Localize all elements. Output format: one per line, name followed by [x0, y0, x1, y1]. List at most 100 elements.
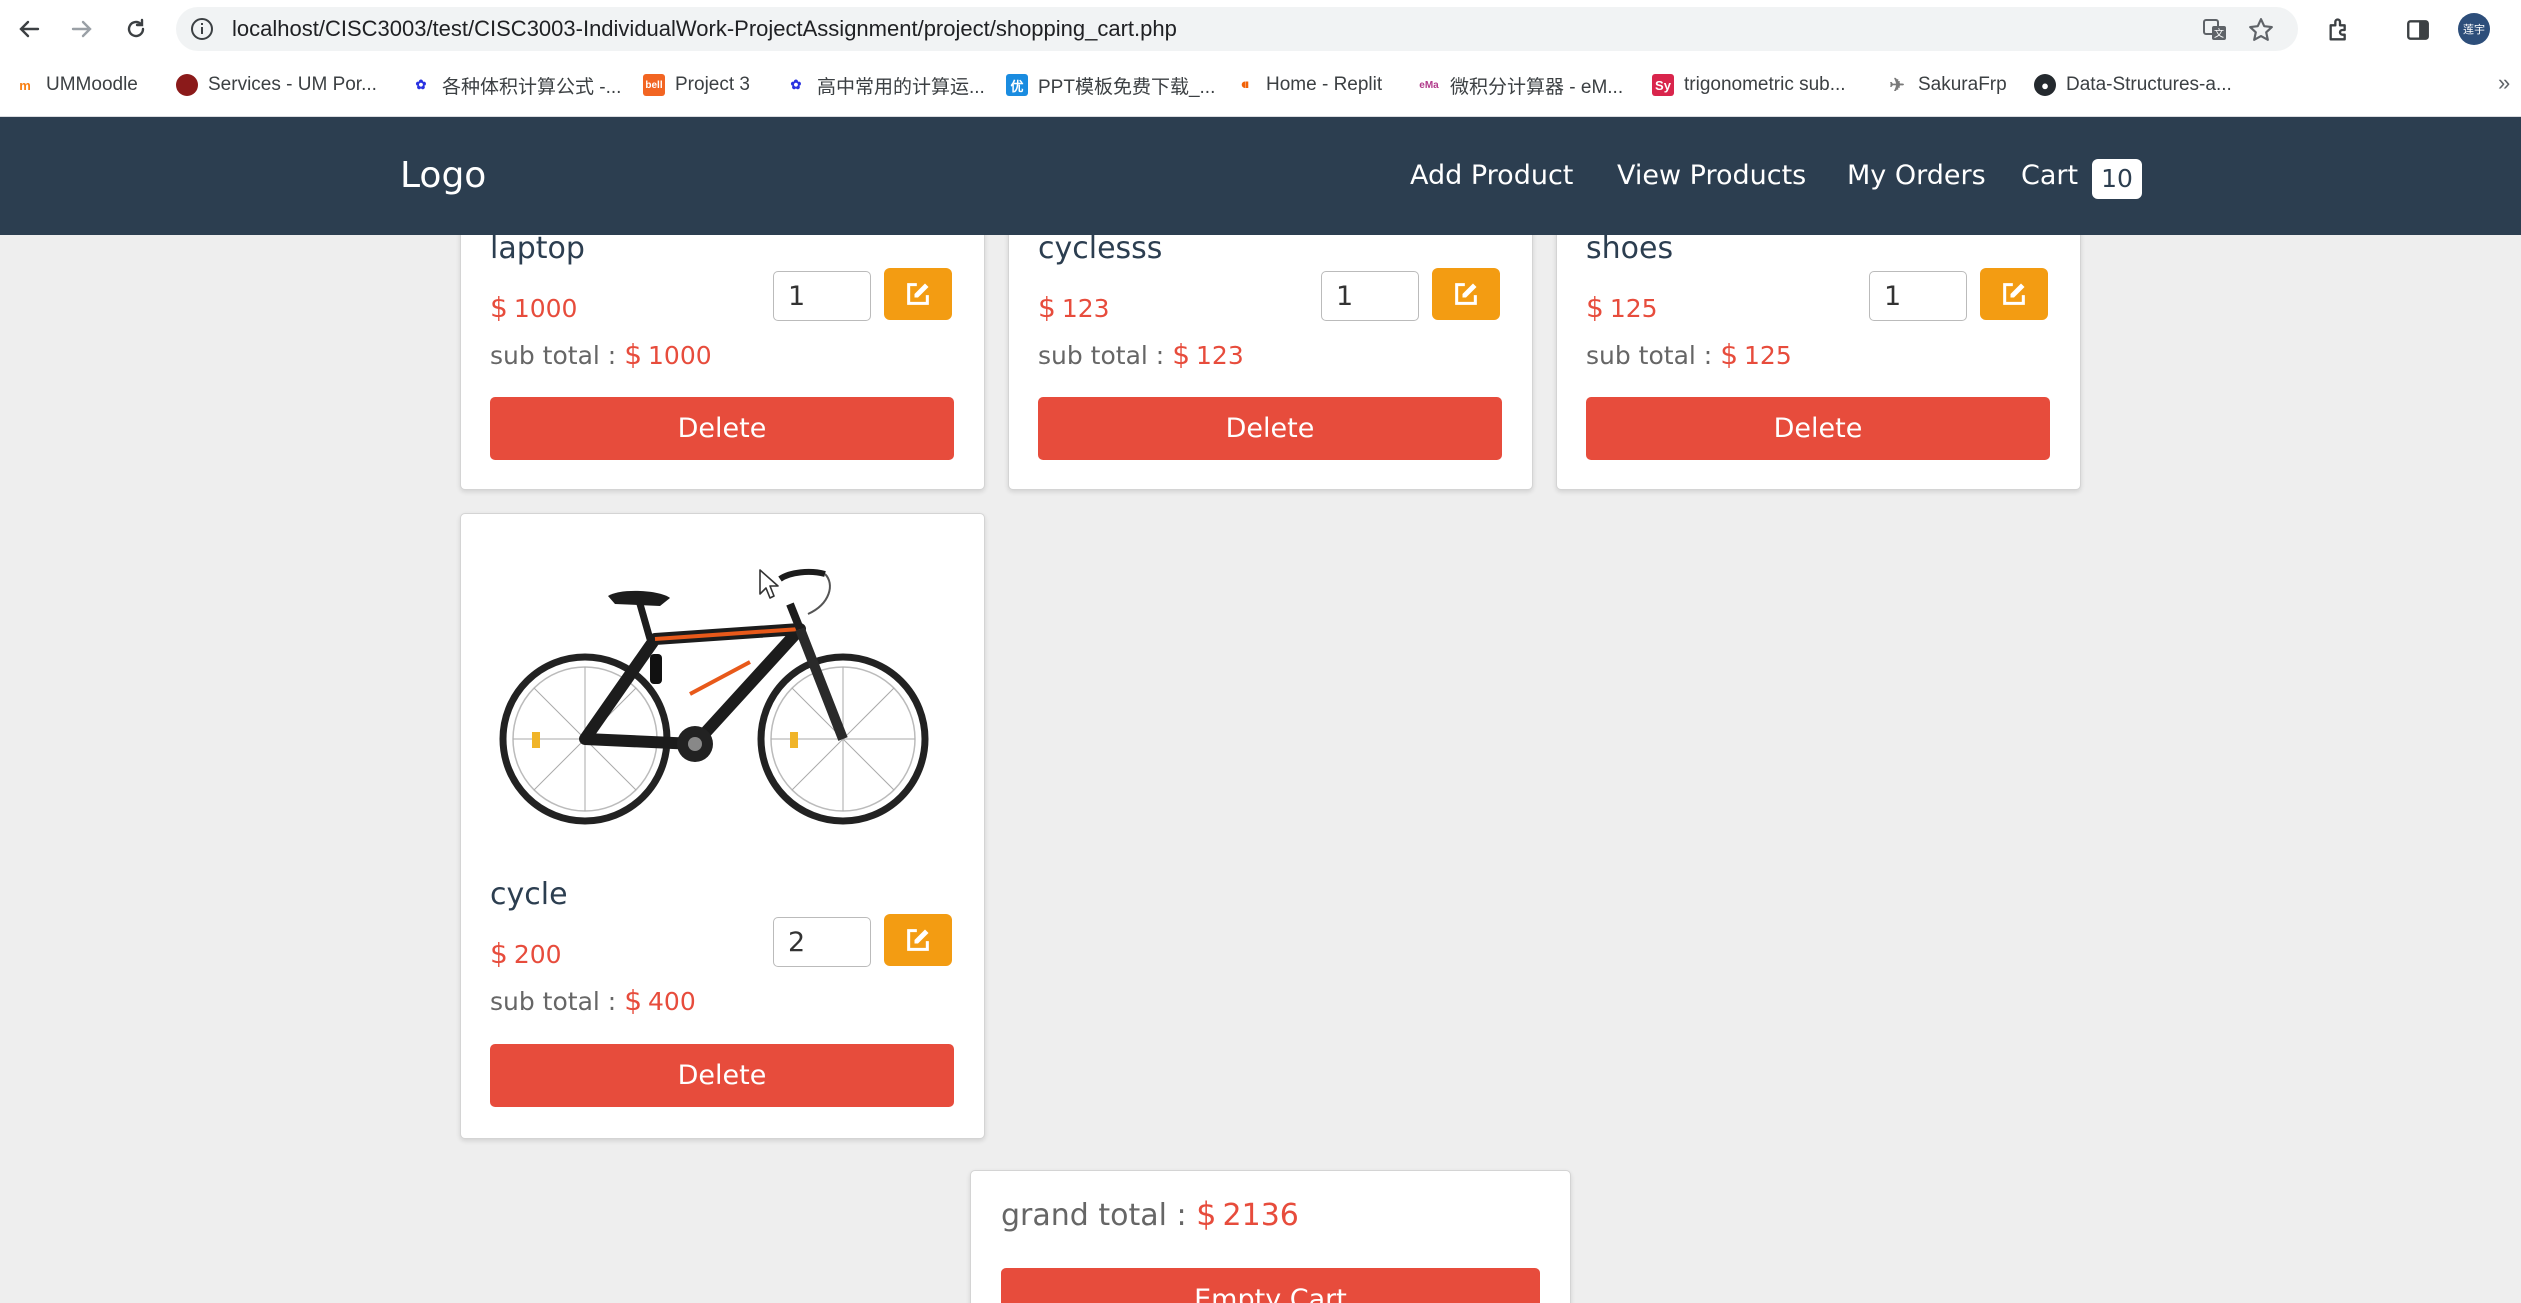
extensions-icon[interactable] [2322, 12, 2358, 48]
bookmark-label: Project 3 [675, 74, 750, 95]
edit-icon [1455, 283, 1477, 305]
update-quantity-button[interactable] [884, 914, 952, 966]
browser-chrome: localhost/CISC3003/test/CISC3003-Individ… [0, 0, 2521, 117]
github-icon: ● [2034, 74, 2056, 96]
subtotal-label: sub total : [490, 341, 617, 370]
bookmark-star-icon[interactable] [2246, 15, 2276, 45]
grand-total-label: grand total : [1001, 1198, 1187, 1233]
reload-icon [127, 18, 145, 38]
bookmark-item[interactable]: eMa 微积分计算器 - eM... [1418, 62, 1623, 108]
product-image [490, 544, 954, 844]
subtotal-label: sub total : [1586, 341, 1713, 370]
project-icon: bell [643, 74, 665, 96]
bookmarks-bar: m UMMoodle Services - UM Por... ✿ 各种体积计算… [0, 62, 2521, 108]
currency-symbol: $ [1720, 338, 1739, 371]
translate-icon[interactable]: 文 [2200, 15, 2230, 45]
product-name: cycle [490, 877, 568, 912]
bookmark-item[interactable]: Services - UM Por... [176, 62, 377, 108]
back-button[interactable] [12, 12, 46, 46]
baidu-icon: ✿ [790, 77, 802, 92]
bookmark-label: 各种体积计算公式 -... [442, 76, 622, 98]
currency-symbol: $ [624, 338, 643, 371]
delete-button[interactable]: Delete [1586, 397, 2050, 460]
delete-button[interactable]: Delete [1038, 397, 1502, 460]
bookmark-item[interactable]: ✿ 高中常用的计算运... [785, 62, 985, 108]
moodle-icon: m [19, 77, 31, 93]
bookmark-label: Home - Replit [1266, 74, 1383, 95]
nav-my-orders[interactable]: My Orders [1847, 117, 1986, 235]
subtotal: sub total : $123 [1038, 338, 1244, 371]
subtotal-value: 1000 [648, 341, 712, 370]
nav-cart[interactable]: Cart [2021, 117, 2078, 235]
currency-symbol: $ [1172, 338, 1191, 371]
site-logo[interactable]: Logo [400, 117, 486, 235]
side-panel-icon[interactable] [2400, 12, 2436, 48]
subtotal-label: sub total : [1038, 341, 1165, 370]
cart-count-badge[interactable]: 10 [2092, 159, 2142, 199]
edit-icon [907, 283, 929, 305]
quantity-input[interactable] [1321, 271, 1419, 321]
sakurafrp-icon: ✈ [1889, 74, 1905, 95]
arrow-right-icon [71, 20, 92, 38]
update-quantity-button[interactable] [884, 268, 952, 320]
bookmark-item[interactable]: Sy trigonometric sub... [1652, 62, 1846, 108]
bookmark-item[interactable]: ✈ SakuraFrp [1886, 62, 2007, 108]
bookmark-label: PPT模板免费下载_... [1038, 76, 1216, 98]
subtotal-value: 400 [648, 987, 696, 1016]
bookmark-label: Services - UM Por... [208, 74, 377, 95]
nav-add-product[interactable]: Add Product [1410, 117, 1573, 235]
bookmark-item[interactable]: 优 PPT模板免费下载_... [1006, 62, 1215, 108]
subtotal: sub total : $400 [490, 984, 696, 1017]
currency-symbol: $ [1038, 291, 1056, 324]
subtotal: sub total : $1000 [490, 338, 712, 371]
profile-avatar[interactable]: 莲宇 [2458, 13, 2490, 45]
emath-icon: eMa [1419, 79, 1439, 91]
product-name: cyclesss [1038, 231, 1163, 266]
browser-toolbar: localhost/CISC3003/test/CISC3003-Individ… [0, 0, 2521, 58]
cart-item-card: cycle $200 sub total : $400 Delete [460, 513, 985, 1139]
forward-button[interactable] [65, 12, 99, 46]
arrow-left-icon [19, 20, 40, 38]
address-bar[interactable]: localhost/CISC3003/test/CISC3003-Individ… [176, 7, 2298, 51]
bookmark-item[interactable]: ● Data-Structures-a... [2034, 62, 2232, 108]
um-portal-icon [176, 74, 198, 96]
subtotal-value: 125 [1744, 341, 1792, 370]
price-value: 123 [1061, 294, 1110, 323]
more-bookmarks-icon[interactable]: » [2498, 70, 2510, 96]
price-value: 125 [1609, 294, 1658, 323]
currency-symbol: $ [1196, 1195, 1217, 1233]
reload-button[interactable] [119, 12, 153, 46]
product-price: $1000 [490, 291, 577, 324]
currency-symbol: $ [624, 984, 643, 1017]
bookmark-item[interactable]: m UMMoodle [14, 62, 138, 108]
currency-symbol: $ [490, 937, 508, 970]
bookmark-label: 高中常用的计算运... [817, 76, 985, 98]
update-quantity-button[interactable] [1980, 268, 2048, 320]
bookmark-item[interactable]: ✿ 各种体积计算公式 -... [410, 62, 622, 108]
currency-symbol: $ [1586, 291, 1604, 324]
bookmark-label: UMMoodle [46, 74, 138, 95]
site-header: Logo Add Product View Products My Orders… [0, 117, 2521, 235]
delete-button[interactable]: Delete [490, 1044, 954, 1107]
quantity-input[interactable] [773, 917, 871, 967]
nav-view-products[interactable]: View Products [1617, 117, 1806, 235]
edit-icon [907, 929, 929, 951]
bookmark-label: SakuraFrp [1918, 74, 2007, 95]
bookmark-item[interactable]: ⁌ Home - Replit [1234, 62, 1382, 108]
url-text[interactable]: localhost/CISC3003/test/CISC3003-Individ… [232, 7, 1177, 51]
bookmark-item[interactable]: bell Project 3 [643, 62, 750, 108]
currency-symbol: $ [490, 291, 508, 324]
site-info-icon[interactable] [188, 15, 216, 43]
price-value: 1000 [513, 294, 578, 323]
quantity-input[interactable] [773, 271, 871, 321]
bookmark-label: Data-Structures-a... [2066, 74, 2232, 95]
empty-cart-button[interactable]: Empty Cart [1001, 1268, 1540, 1303]
grand-total-value: 2136 [1222, 1198, 1299, 1233]
product-name: laptop [490, 231, 585, 266]
product-price: $200 [490, 937, 562, 970]
subtotal: sub total : $125 [1586, 338, 1792, 371]
svg-text:文: 文 [2214, 27, 2224, 40]
quantity-input[interactable] [1869, 271, 1967, 321]
delete-button[interactable]: Delete [490, 397, 954, 460]
update-quantity-button[interactable] [1432, 268, 1500, 320]
